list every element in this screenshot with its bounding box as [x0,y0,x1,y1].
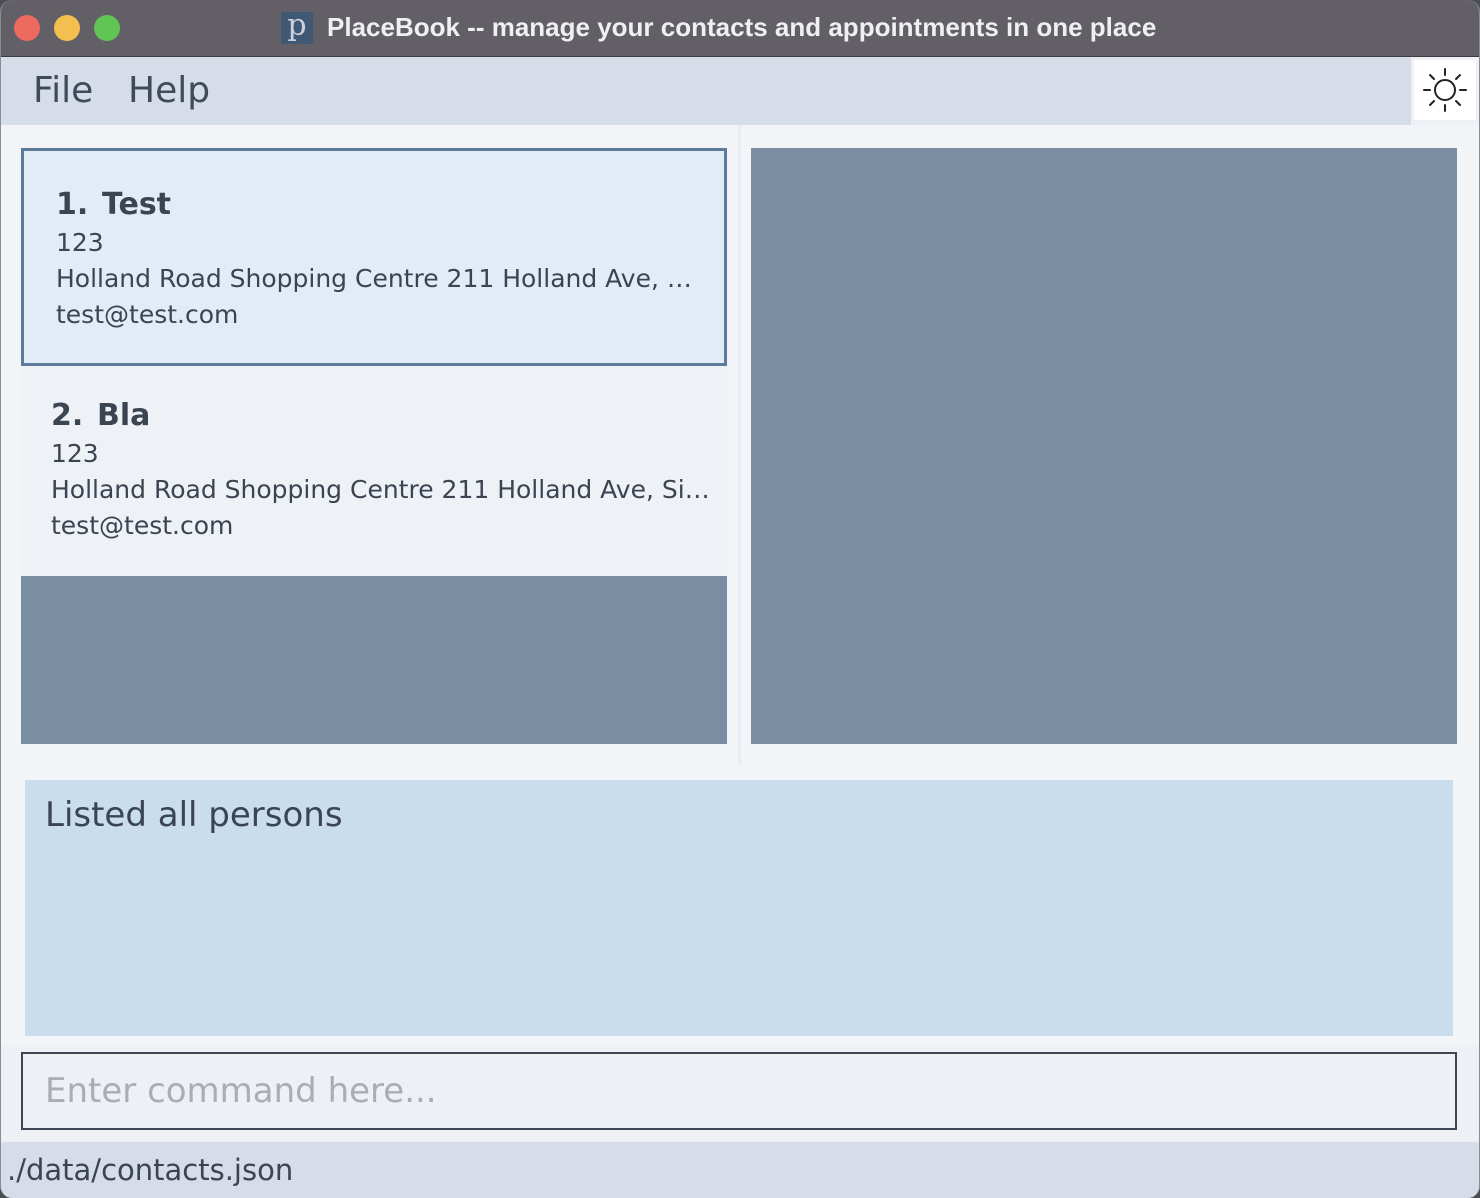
close-window-button[interactable] [14,15,40,41]
person-name-row: 1. Test [56,185,724,225]
sun-icon [1423,68,1467,112]
person-index: 2. [51,398,84,433]
result-message: Listed all persons [45,795,343,835]
data-file-path: ./data/contacts.json [7,1153,294,1187]
menu-bar: File Help [1,57,1411,125]
command-input[interactable] [21,1052,1457,1130]
status-bar: ./data/contacts.json [1,1142,1479,1198]
person-name-row: 2. Bla [51,396,727,436]
menu-help[interactable]: Help [128,69,210,113]
person-index: 1. [56,187,89,222]
theme-toggle-button[interactable] [1414,60,1476,120]
split-divider[interactable] [738,125,741,765]
window-title: PlaceBook -- manage your contacts and ap… [327,12,1157,42]
title-bar[interactable]: p PlaceBook -- manage your contacts and … [1,0,1479,57]
person-email: test@test.com [56,300,239,329]
person-name: Bla [97,398,151,433]
person-name: Test [102,187,172,222]
menu-file[interactable]: File [33,69,93,113]
app-window: p PlaceBook -- manage your contacts and … [0,0,1480,1198]
person-phone: 123 [51,439,99,468]
minimize-window-button[interactable] [54,15,80,41]
person-list[interactable]: 1. Test 123 Holland Road Shopping Centre … [21,148,727,744]
app-logo-icon: p [281,11,313,44]
person-address: Holland Road Shopping Centre 211 Holland… [56,264,706,293]
person-card-selected[interactable]: 1. Test 123 Holland Road Shopping Centre … [21,148,727,366]
maximize-window-button[interactable] [94,15,120,41]
person-address: Holland Road Shopping Centre 211 Holland… [51,475,715,504]
detail-panel [751,148,1457,744]
person-email: test@test.com [51,511,234,540]
person-card[interactable]: 2. Bla 123 Holland Road Shopping Centre 2… [21,366,727,576]
result-display: Listed all persons [25,780,1453,1036]
person-phone: 123 [56,228,104,257]
